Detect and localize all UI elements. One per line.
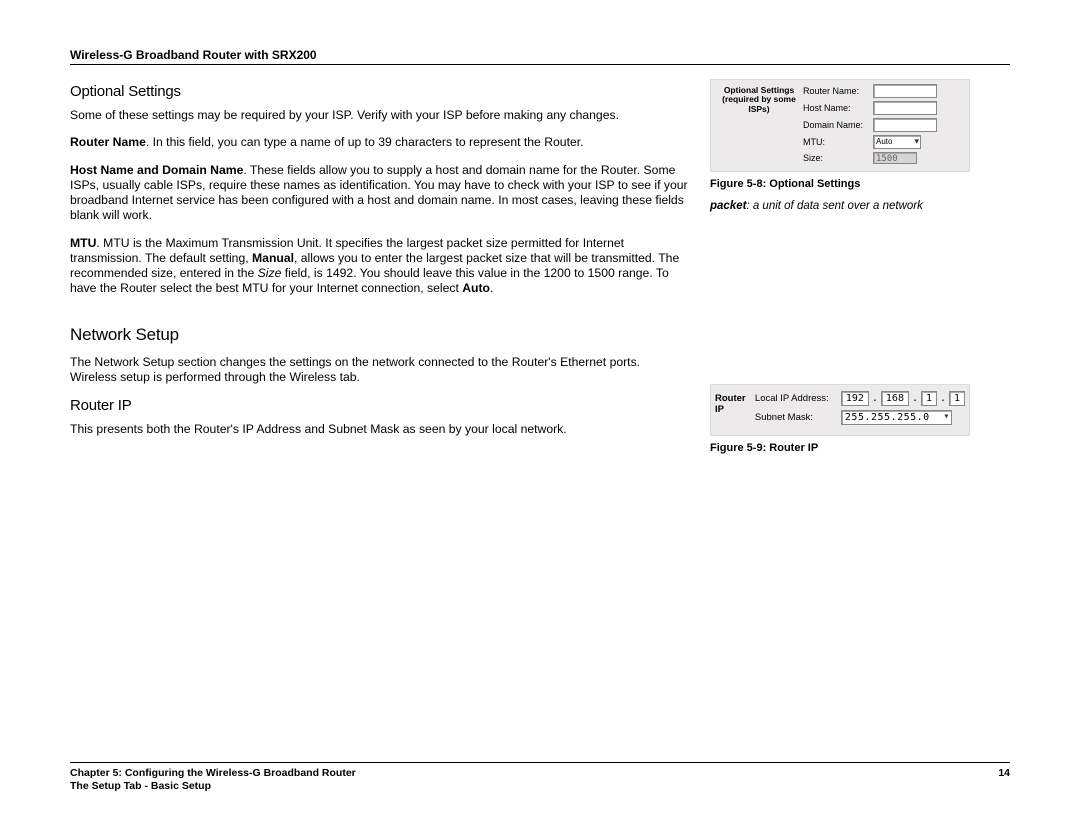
fig59-subnet-label: Subnet Mask: [755, 412, 841, 423]
fig58-domain-name-input [873, 118, 937, 132]
fig59-ip-octet-3: 1 [921, 391, 937, 406]
fig58-size-label: Size: [803, 153, 873, 163]
dot-icon: . [940, 393, 946, 404]
footer-rule [70, 762, 1010, 763]
fig59-ip-octet-2: 168 [881, 391, 909, 406]
paragraph-host-domain: Host Name and Domain Name. These fields … [70, 163, 690, 224]
glossary-packet: packet: a unit of data sent over a netwo… [710, 200, 1010, 212]
fig59-subnet-select: 255.255.255.0 [841, 410, 952, 425]
fig58-title-l2: (required by some ISPs) [715, 95, 803, 114]
term-size: Size [258, 266, 282, 280]
paragraph-router-name: Router Name. In this field, you can type… [70, 135, 690, 150]
document-title: Wireless-G Broadband Router with SRX200 [70, 48, 1010, 62]
dot-icon: . [872, 393, 878, 404]
figure-router-ip: Router IP Local IP Address: 192 . 168 . … [710, 384, 970, 436]
fig59-ip-octet-1: 192 [841, 391, 869, 406]
dot-icon: . [912, 393, 918, 404]
fig59-ip-group: 192 . 168 . 1 . 1 [841, 391, 965, 406]
figure-58-caption: Figure 5-8: Optional Settings [710, 178, 1010, 190]
footer-page-number: 14 [998, 767, 1010, 779]
footer-subtitle: The Setup Tab - Basic Setup [70, 780, 1010, 792]
figure-optional-settings: Optional Settings (required by some ISPs… [710, 79, 970, 172]
figure-59-caption: Figure 5-9: Router IP [710, 442, 1010, 454]
fig59-ip-octet-4: 1 [949, 391, 965, 406]
heading-network-setup: Network Setup [70, 325, 690, 345]
term-host-domain: Host Name and Domain Name [70, 163, 243, 177]
header-rule [70, 64, 1010, 65]
paragraph-router-ip: This presents both the Router's IP Addre… [70, 422, 690, 437]
term-router-name: Router Name [70, 135, 146, 149]
fig58-domain-name-label: Domain Name: [803, 120, 873, 130]
term-auto: Auto [462, 281, 490, 295]
fig58-router-name-input [873, 84, 937, 98]
glossary-def: : a unit of data sent over a network [746, 200, 922, 212]
fig58-mtu-label: MTU: [803, 137, 873, 147]
text-router-name: . In this field, you can type a name of … [146, 135, 584, 149]
fig58-panel-label: Optional Settings (required by some ISPs… [715, 84, 803, 167]
fig59-panel-label: Router IP [715, 391, 755, 429]
term-manual: Manual [252, 251, 294, 265]
heading-router-ip: Router IP [70, 397, 690, 414]
fig58-host-name-input [873, 101, 937, 115]
footer-chapter: Chapter 5: Configuring the Wireless-G Br… [70, 767, 356, 779]
heading-optional-settings: Optional Settings [70, 83, 690, 100]
paragraph-mtu: MTU. MTU is the Maximum Transmission Uni… [70, 236, 690, 297]
paragraph-intro: Some of these settings may be required b… [70, 108, 690, 123]
fig59-local-ip-label: Local IP Address: [755, 393, 841, 404]
fig58-router-name-label: Router Name: [803, 86, 873, 96]
fig58-size-input: 1500 [873, 152, 917, 164]
paragraph-network-setup: The Network Setup section changes the se… [70, 355, 690, 386]
term-mtu: MTU [70, 236, 96, 250]
glossary-term: packet [710, 200, 746, 212]
text-mtu-4: . [490, 281, 493, 295]
fig58-mtu-select: Auto [873, 135, 921, 149]
fig58-host-name-label: Host Name: [803, 103, 873, 113]
